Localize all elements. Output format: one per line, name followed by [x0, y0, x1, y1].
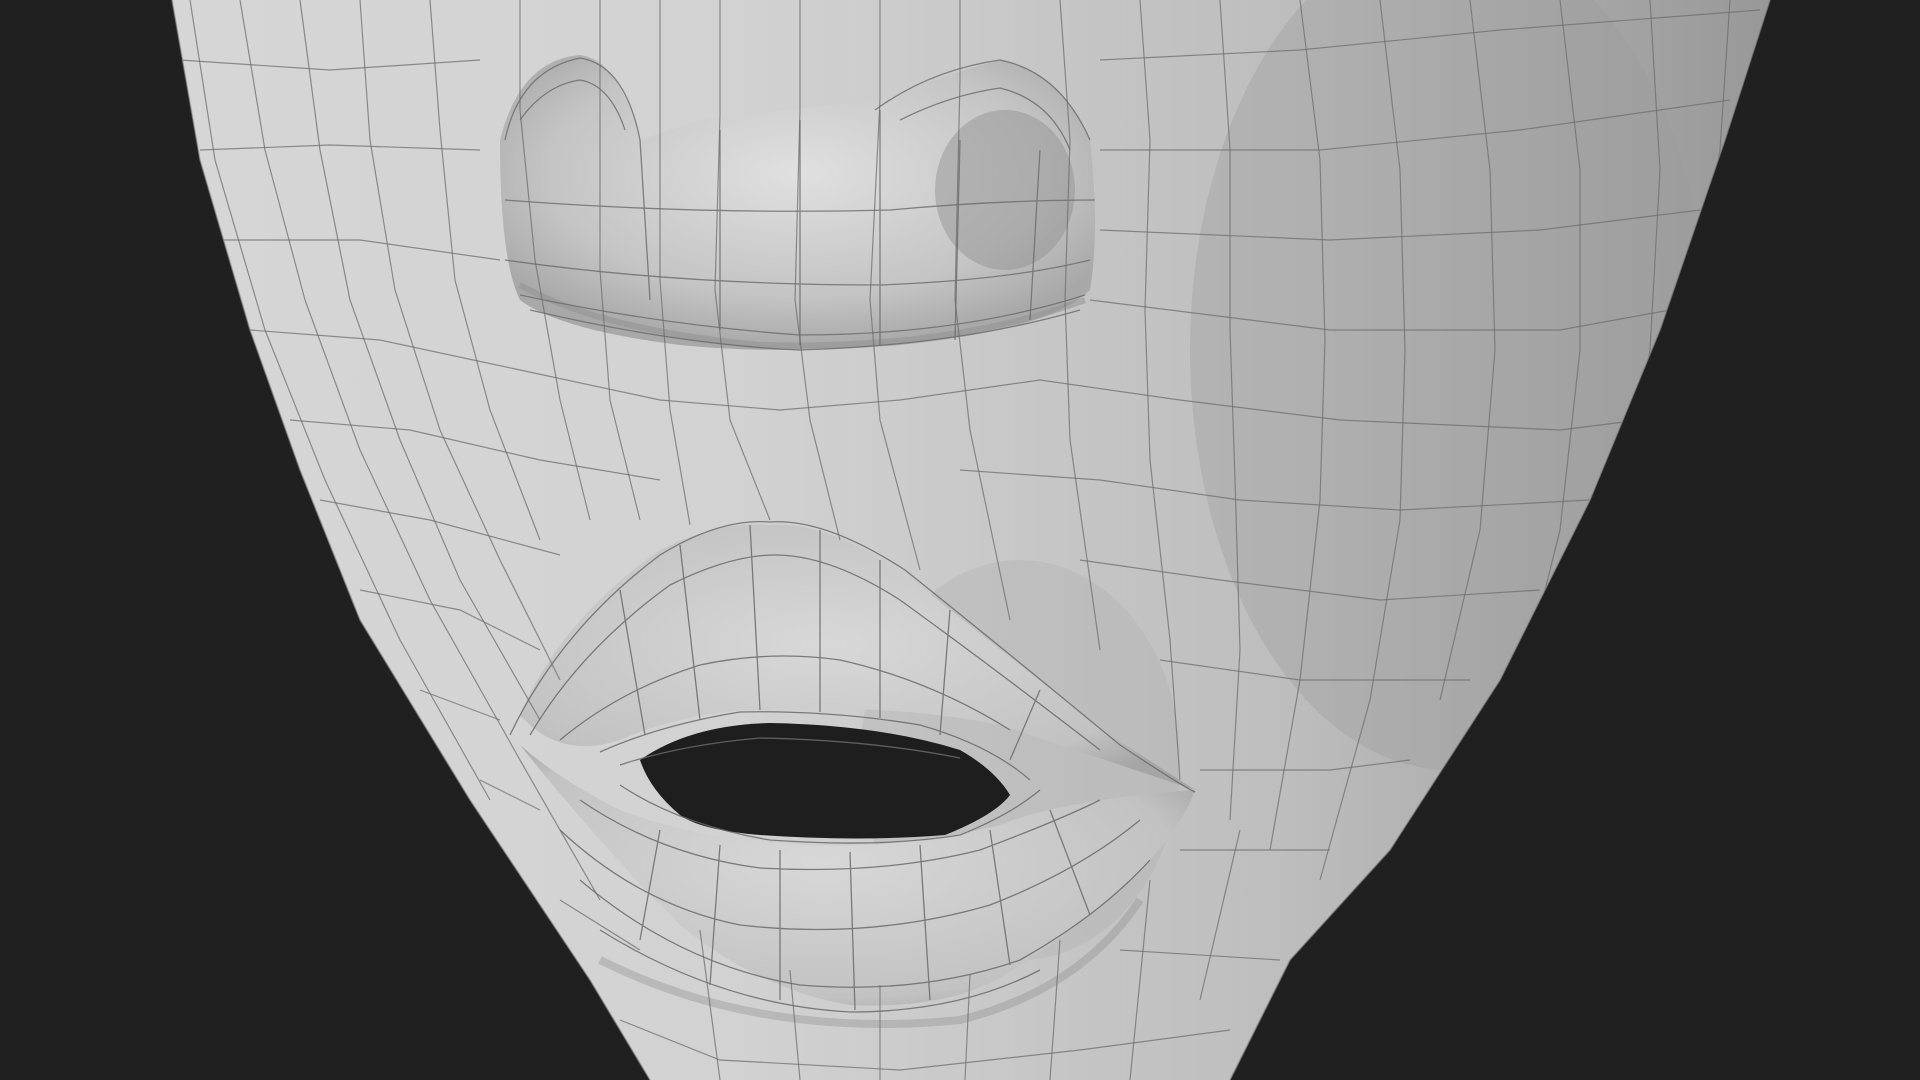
3d-viewport[interactable]: [0, 0, 1920, 1080]
face-mesh-render: [171, 0, 1771, 1080]
